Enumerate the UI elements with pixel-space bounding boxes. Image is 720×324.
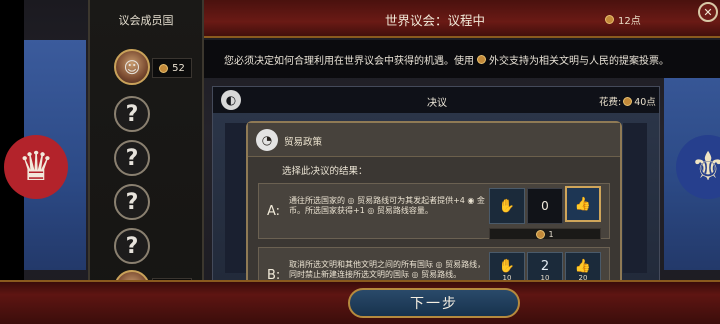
globe-icon: ◐ (221, 90, 241, 110)
instruction-text: 您必须决定如何合理利用在世界议会中获得的机遇。使用 外交支持为相关文明与人民的提… (204, 40, 720, 78)
policy-title: 贸易政策 (284, 137, 323, 148)
diplomatic-points: 12点 (605, 12, 641, 27)
thumbs-down-icon: ✋ (498, 198, 516, 214)
vote-against-button[interactable]: ✋ (489, 188, 525, 224)
thumbs-up-icon: 👍 (574, 196, 592, 212)
resolution-header: ◐ 决议 花费: 40点 (213, 87, 659, 113)
member-unknown[interactable]: ? (114, 140, 150, 176)
points-value: 12点 (618, 16, 641, 27)
member-unknown[interactable]: ? (114, 96, 150, 132)
vote-for-button[interactable]: 👍 (565, 186, 601, 222)
select-outcome-label: 选择此决议的结果： (282, 166, 368, 177)
crown-emblem-icon: ♛ (4, 135, 68, 199)
policy-card: ◔ 贸易政策 选择此决议的结果： A: 通往所选国家的 ◎ 贸易路线可为其发起者… (246, 121, 622, 303)
thumbs-up-icon: 👍 (574, 258, 592, 274)
option-text: 通往所选国家的 ◎ 贸易路线可为其发起者提供+4 ◉ 金币。所选国家获得+1 ◎… (289, 196, 485, 215)
fleur-de-lis-emblem-icon: ⚜ (676, 135, 720, 199)
banner-left: ♛ (4, 40, 86, 270)
member-votes: 52 (152, 58, 192, 78)
instruction-prefix: 您必须决定如何合理利用在世界议会中获得的机遇。使用 (224, 55, 474, 67)
diplomatic-favor-icon (477, 54, 486, 64)
page-title: 世界议会：议程中 (385, 13, 486, 28)
member-avatar-player[interactable]: ☺ (114, 49, 150, 85)
resolution-cost: 花费: 40点 (599, 96, 656, 108)
thumbs-down-icon: ✋ (498, 258, 516, 274)
member-unknown[interactable]: ? (114, 184, 150, 220)
trade-policy-icon: ◔ (256, 129, 278, 151)
instruction-suffix: 外交支持为相关文明与人民的提案投票。 (489, 55, 669, 67)
next-button[interactable]: 下一步 (348, 288, 520, 318)
diplomatic-favor-icon (605, 15, 614, 24)
favor-icon (159, 63, 169, 73)
favor-icon (623, 96, 633, 106)
option-letter: A: (267, 204, 281, 219)
member-unknown[interactable]: ? (114, 228, 150, 264)
option-text: 取消所选文明和其他文明之间的所有国际 ◎ 贸易路线，同时禁止新建连接所选文明的国… (289, 260, 486, 279)
vote-count: 0 (527, 188, 563, 224)
sidebar-title: 议会成员国 (118, 14, 174, 27)
vote-total: 1 (489, 228, 601, 240)
option-a: A: 通往所选国家的 ◎ 贸易路线可为其发起者提供+4 ◉ 金币。所选国家获得+… (258, 183, 610, 240)
resolution-title: 决议 (427, 98, 447, 109)
policy-header: ◔ 贸易政策 (248, 123, 620, 157)
vote-count: 2 (540, 258, 550, 274)
favor-icon (536, 229, 546, 239)
close-button[interactable]: ✕ (698, 2, 718, 22)
